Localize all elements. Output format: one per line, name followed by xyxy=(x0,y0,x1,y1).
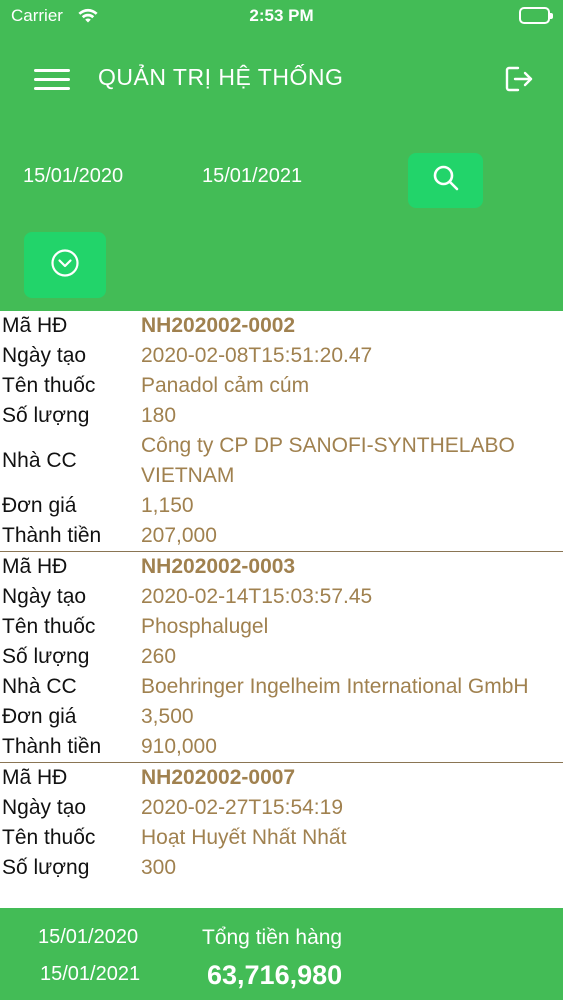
drug-label: Tên thuốc xyxy=(2,615,96,638)
unit-price: 3,500 xyxy=(141,705,194,728)
quantity: 260 xyxy=(141,645,177,668)
drug-name: Phosphalugel xyxy=(141,615,269,638)
page-title: QUẢN TRỊ HỆ THỐNG xyxy=(98,64,344,90)
qty-label: Số lượng xyxy=(2,645,90,668)
supplier-name: Boehringer Ingelheim International GmbH xyxy=(141,675,529,698)
clock-label: 2:53 PM xyxy=(249,6,314,25)
created-date: 2020-02-14T15:03:57.45 xyxy=(141,585,373,608)
supplier-label: Nhà CC xyxy=(2,449,77,472)
grand-total-label: Tổng tiền hàng xyxy=(202,926,343,949)
invoice-code: NH202002-0007 xyxy=(141,766,296,789)
status-bar: Carrier 2:53 PM xyxy=(0,0,563,32)
date-from-picker[interactable]: 15/01/2020 xyxy=(23,165,123,188)
qty-label: Số lượng xyxy=(2,856,90,879)
total-label: Thành tiền xyxy=(2,524,102,547)
chevron-down-circle-icon xyxy=(50,248,80,283)
created-label: Ngày tạo xyxy=(2,344,87,367)
invoice-code: NH202002-0002 xyxy=(141,314,296,337)
supplier-name: Công ty CP DP SANOFI-SYNTHELABO VIETNAM xyxy=(141,434,515,487)
total-label: Thành tiền xyxy=(2,735,102,758)
list-item[interactable]: Mã HĐ NH202002-0002 Ngày tạo 2020-02-08T15… xyxy=(0,311,563,552)
list-item[interactable]: Mã HĐ NH202002-0007 Ngày tạo 2020-02-27T15… xyxy=(0,763,563,883)
menu-icon[interactable] xyxy=(34,67,70,93)
code-label: Mã HĐ xyxy=(2,766,68,789)
qty-label: Số lượng xyxy=(2,404,90,427)
expand-filter-button[interactable] xyxy=(24,232,106,298)
created-label: Ngày tạo xyxy=(2,796,87,819)
footer-date-from: 15/01/2020 xyxy=(38,926,139,948)
line-total: 910,000 xyxy=(141,735,217,758)
unit-price: 1,150 xyxy=(141,494,194,517)
search-button[interactable] xyxy=(408,153,483,208)
drug-name: Panadol cảm cúm xyxy=(141,374,310,397)
date-to-picker[interactable]: 15/01/2021 xyxy=(202,165,302,188)
header: Carrier 2:53 PM QUẢN TRỊ HỆ THỐNG 15/01/… xyxy=(0,0,563,311)
line-total: 207,000 xyxy=(141,524,217,547)
created-date: 2020-02-27T15:54:19 xyxy=(141,796,343,819)
code-label: Mã HĐ xyxy=(2,314,68,337)
logout-icon[interactable] xyxy=(504,64,536,94)
grand-total-value: 63,716,980 xyxy=(207,960,343,990)
drug-name: Hoạt Huyết Nhất Nhất xyxy=(141,826,347,849)
created-date: 2020-02-08T15:51:20.47 xyxy=(141,344,373,367)
invoice-list[interactable]: Mã HĐ NH202002-0002 Ngày tạo 2020-02-08T15… xyxy=(0,311,563,908)
battery-icon xyxy=(519,7,553,24)
supplier-label: Nhà CC xyxy=(2,675,77,698)
list-item[interactable]: Mã HĐ NH202002-0003 Ngày tạo 2020-02-14T15… xyxy=(0,552,563,763)
price-label: Đơn giá xyxy=(2,705,77,728)
drug-label: Tên thuốc xyxy=(2,374,96,397)
price-label: Đơn giá xyxy=(2,494,77,517)
search-icon xyxy=(431,163,461,198)
invoice-code: NH202002-0003 xyxy=(141,555,296,578)
summary-footer: 15/01/2020 15/01/2021 Tổng tiền hàng 63,… xyxy=(0,908,563,1000)
footer-date-to: 15/01/2021 xyxy=(40,963,141,985)
code-label: Mã HĐ xyxy=(2,555,68,578)
quantity: 300 xyxy=(141,856,177,879)
created-label: Ngày tạo xyxy=(2,585,87,608)
drug-label: Tên thuốc xyxy=(2,826,96,849)
quantity: 180 xyxy=(141,404,177,427)
